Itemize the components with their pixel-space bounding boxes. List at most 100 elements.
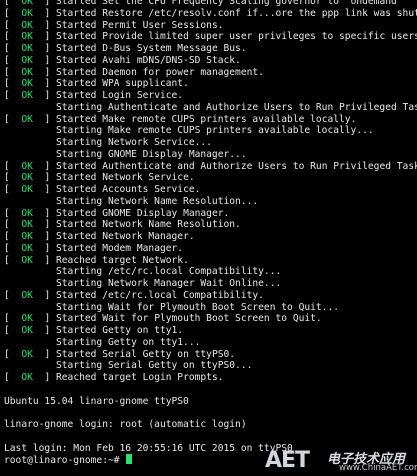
log-message: Started Serial Getty on ttyPS0. (56, 348, 236, 360)
terminal-output[interactable]: [ OK ] Started Set the CPU Frequency Sca… (0, 0, 417, 466)
ok-status: OK (21, 172, 33, 184)
log-line: [ OK ] Started Getty on tty1. (4, 325, 184, 336)
ok-status: OK (21, 160, 33, 172)
log-line: Starting GNOME Display Manager... (4, 149, 417, 161)
ok-status: OK (21, 90, 33, 101)
log-line: [ OK ] Started Set the CPU Frequency Sca… (4, 0, 417, 8)
log-line: Starting Make remote CUPS printers avail… (4, 125, 417, 137)
log-line: Starting Network Service... (4, 137, 417, 149)
prompt-text: root@linaro-gnome:~# (4, 455, 126, 466)
log-message: Last login: Mon Feb 16 20:55:16 UTC 2015… (4, 442, 293, 454)
log-line: Starting Getty on tty1... (4, 337, 417, 349)
log-message: Starting Network Service... (4, 137, 212, 148)
log-message: Started Permit User Sessions. (56, 19, 224, 31)
ok-status: OK (21, 254, 33, 266)
ok-status: OK (21, 289, 33, 301)
log-line: [ OK ] Started GNOME Display Manager. (4, 207, 230, 219)
ok-status: OK (21, 372, 33, 383)
log-message: Started Login Service. (56, 90, 184, 101)
log-line: Starting /etc/rc.local Compatibility... (4, 266, 417, 278)
log-line: [ OK ] Started Restore /etc/resolv.conf … (4, 8, 417, 20)
ok-status: OK (21, 54, 33, 66)
log-line: Starting Wait for Plymouth Boot Screen t… (4, 302, 417, 314)
ok-status: OK (21, 66, 33, 78)
log-line: [ OK ] Started Network Manager. (4, 231, 195, 242)
ok-status: OK (21, 219, 33, 231)
log-message: linaro-gnome login: root (automatic logi… (4, 419, 247, 430)
log-message: Starting Authenticate and Authorize User… (4, 101, 417, 113)
log-message: Starting Make remote CUPS printers avail… (4, 125, 374, 137)
log-message: Started Wait for Plymouth Boot Screen to… (56, 313, 322, 325)
log-line: [ OK ] Reached target Login Prompts. (4, 372, 224, 383)
log-line: linaro-gnome login: root (automatic logi… (4, 419, 417, 431)
log-message: Started Accounts Service. (56, 184, 201, 195)
log-line: Starting Authenticate and Authorize User… (4, 102, 417, 114)
ok-status: OK (21, 43, 33, 54)
text-cursor[interactable] (126, 454, 133, 465)
log-line: Ubuntu 15.04 linaro-gnome ttyPS0 (4, 396, 417, 408)
log-message: Starting Network Manager Wait Online... (4, 278, 282, 289)
log-line: [ OK ] Started WPA supplicant. (4, 78, 189, 90)
ok-status: OK (21, 78, 33, 90)
log-line: [ OK ] Started /etc/rc.local Compatibili… (4, 289, 264, 301)
log-message: Started Set the CPU Frequency Scaling go… (56, 0, 403, 7)
log-message: Started Getty on tty1. (56, 325, 184, 336)
log-line: [ OK ] Started Avahi mDNS/DNS-SD Stack. (4, 54, 241, 66)
watermark: AET 电子技术应用 www.ChinaAET.com (265, 448, 417, 474)
log-message: Starting Wait for Plymouth Boot Screen t… (4, 301, 340, 313)
log-line: [ OK ] Started Network Service. (4, 172, 195, 184)
log-line: [ OK ] Reached target Network. (4, 254, 189, 266)
log-line: [ OK ] Started Login Service. (4, 90, 184, 101)
ok-status: OK (21, 231, 33, 242)
log-message: Started /etc/rc.local Compatibility. (56, 289, 264, 301)
ok-status: OK (21, 313, 33, 325)
watermark-url: www.ChinaAET.com (339, 463, 417, 473)
log-message: Started WPA supplicant. (56, 78, 189, 90)
ok-status: OK (21, 348, 33, 360)
watermark-logo: AET (265, 448, 310, 473)
log-message: Reached target Login Prompts. (56, 372, 224, 383)
log-message: Started Network Name Resolution. (56, 219, 241, 231)
log-line: [ OK ] Started Wait for Plymouth Boot Sc… (4, 313, 322, 325)
log-line: [ OK ] Started Network Name Resolution. (4, 219, 241, 231)
log-line: [ OK ] Started D-Bus System Message Bus. (4, 43, 247, 54)
log-message: Ubuntu 15.04 linaro-gnome ttyPS0 (4, 395, 189, 407)
log-line: [ OK ] Started Accounts Service. (4, 184, 201, 195)
ok-status: OK (21, 184, 33, 195)
log-message: Started Authenticate and Authorize Users… (56, 160, 417, 172)
log-message: Starting /etc/rc.local Compatibility... (4, 266, 282, 278)
log-line: Starting Network Manager Wait Online... (4, 278, 417, 290)
log-message: Started Network Service. (56, 172, 195, 184)
log-message: Started Make remote CUPS printers availa… (56, 113, 357, 125)
log-line: [ OK ] Started Authenticate and Authoriz… (4, 161, 417, 173)
ok-status: OK (21, 0, 33, 7)
log-message: Started Restore /etc/resolv.conf if...or… (56, 7, 417, 19)
ok-status: OK (21, 207, 33, 219)
log-message: Started Daemon for power management. (56, 66, 264, 78)
log-message: Started Modem Manager. (56, 242, 184, 254)
log-line: [ OK ] Started Provide limited super use… (4, 31, 417, 43)
ok-status: OK (21, 19, 33, 31)
log-line: Starting Network Name Resolution... (4, 196, 417, 208)
log-message: Starting Serial Getty on ttyPS0... (4, 360, 253, 372)
ok-status: OK (21, 113, 33, 125)
log-message: Starting Getty on tty1... (4, 336, 201, 348)
log-message: Started Provide limited super user privi… (56, 31, 417, 43)
ok-status: OK (21, 325, 33, 336)
log-line: [ OK ] Started Make remote CUPS printers… (4, 113, 357, 125)
log-message: Started GNOME Display Manager. (56, 207, 230, 219)
log-message: Started Avahi mDNS/DNS-SD Stack. (56, 54, 241, 66)
log-line: Starting Serial Getty on ttyPS0... (4, 360, 417, 372)
log-message: Reached target Network. (56, 254, 189, 266)
log-message: Started D-Bus System Message Bus. (56, 43, 247, 54)
ok-status: OK (21, 31, 33, 43)
log-message: Started Network Manager. (56, 231, 195, 242)
log-line: [ OK ] Started Serial Getty on ttyPS0. (4, 348, 236, 360)
log-message: Starting Network Name Resolution... (4, 195, 259, 207)
log-line: [ OK ] Started Modem Manager. (4, 242, 184, 254)
log-line: [ OK ] Started Daemon for power manageme… (4, 66, 264, 78)
ok-status: OK (21, 7, 33, 19)
